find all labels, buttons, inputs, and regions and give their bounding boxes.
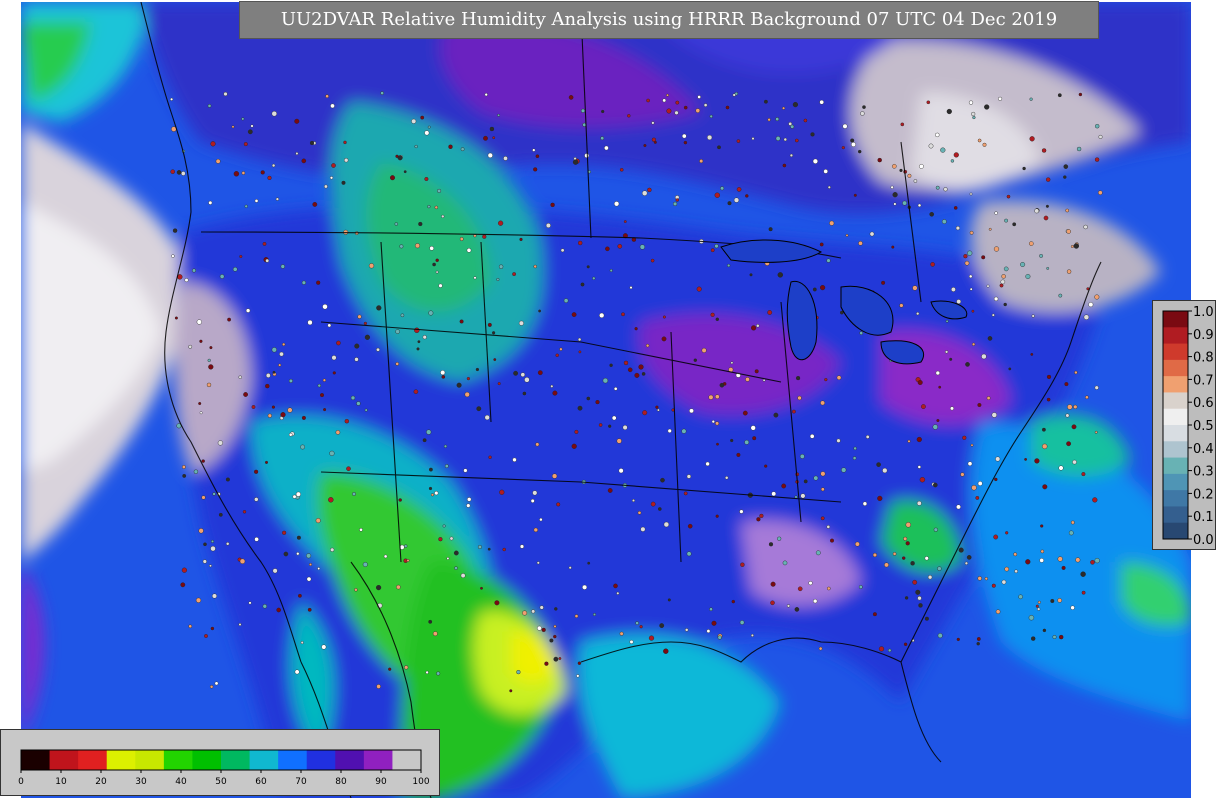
humidity-legend-swatch [163, 750, 193, 770]
observation-legend-tick-label: 0.3 [1193, 465, 1214, 480]
humidity-legend-tick-label: 60 [255, 777, 267, 787]
humidity-legend-tick-label: 100 [412, 777, 429, 787]
page-title: UU2DVAR Relative Humidity Analysis using… [239, 1, 1099, 39]
observation-legend-tick-label: 0.0 [1193, 533, 1214, 548]
observation-legend-swatch [1163, 425, 1188, 442]
observation-legend-graphic: 1.0 0.9 0.8 0.7 0.6 0.5 0.4 0.3 0.2 0.1 0.0 [1162, 305, 1214, 548]
humidity-map [21, 2, 1191, 798]
humidity-legend-swatch [335, 750, 365, 770]
humidity-legend: 0 10 20 30 40 50 60 70 80 90 100 [0, 729, 440, 796]
humidity-legend-tick-label: 20 [95, 777, 107, 787]
humidity-legend-swatch [221, 750, 251, 770]
observation-legend-swatch [1163, 473, 1188, 491]
humidity-legend-swatch [21, 750, 51, 770]
observation-legend-tick-label: 0.1 [1193, 510, 1214, 525]
humidity-legend-swatch [192, 750, 222, 770]
observation-legend-swatch [1163, 327, 1188, 345]
humidity-legend-swatch [106, 750, 136, 770]
humidity-legend-tick-label: 0 [18, 777, 24, 787]
observation-legend-swatch [1163, 490, 1188, 507]
humidity-legend-swatch [363, 750, 393, 770]
observation-legend-swatch [1163, 457, 1188, 475]
humidity-legend-tick-label: 80 [335, 777, 347, 787]
humidity-legend-swatch [78, 750, 108, 770]
observation-legend-swatch [1163, 522, 1188, 540]
observation-legend-tick-label: 0.5 [1193, 419, 1214, 434]
humidity-legend-graphic: 0 10 20 30 40 50 60 70 80 90 100 [18, 749, 430, 787]
observation-legend-swatch [1163, 376, 1188, 393]
humidity-legend-tick-label: 70 [295, 777, 307, 787]
observation-legend-swatch [1163, 441, 1188, 459]
observation-legend-swatch [1163, 392, 1188, 410]
observation-legend: 1.0 0.9 0.8 0.7 0.6 0.5 0.4 0.3 0.2 0.1 0.0 [1152, 300, 1216, 550]
humidity-legend-tick-label: 40 [175, 777, 187, 787]
humidity-legend-tick-label: 50 [215, 777, 227, 787]
humidity-legend-swatch [278, 750, 308, 770]
observation-legend-tick-label: 0.9 [1193, 328, 1214, 343]
observation-legend-tick-label: 0.7 [1193, 373, 1214, 388]
observation-legend-tick-label: 1.0 [1193, 305, 1214, 320]
observation-legend-tick-label: 0.6 [1193, 396, 1214, 411]
observation-legend-tick-label: 0.2 [1193, 487, 1214, 502]
humidity-legend-tick-label: 90 [375, 777, 387, 787]
humidity-legend-swatch [306, 750, 336, 770]
humidity-legend-tick-label: 10 [55, 777, 67, 787]
humidity-legend-tick-label: 30 [135, 777, 147, 787]
observation-legend-swatch [1163, 343, 1188, 361]
observation-legend-swatch [1163, 408, 1188, 426]
observation-legend-tick-label: 0.8 [1193, 351, 1214, 366]
observation-legend-tick-label: 0.4 [1193, 442, 1214, 457]
observation-legend-swatch [1163, 506, 1188, 524]
observation-legend-swatch [1163, 359, 1188, 377]
humidity-legend-swatch [392, 750, 422, 770]
humidity-map-graphic [21, 2, 1191, 798]
humidity-legend-swatch [135, 750, 165, 770]
humidity-legend-swatch [49, 750, 79, 770]
observation-legend-swatch [1163, 311, 1188, 328]
humidity-legend-swatch [249, 750, 279, 770]
